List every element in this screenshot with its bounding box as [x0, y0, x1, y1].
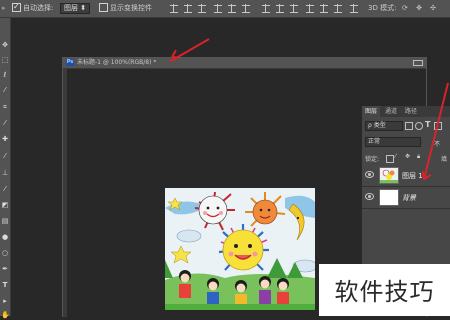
- align-bottom-icon[interactable]: [198, 4, 206, 13]
- layer-thumbnail: [379, 167, 399, 184]
- distribute-vcenter-icon[interactable]: [276, 4, 284, 13]
- document-title: 未标题-1 @ 100%(RGB/8) *: [77, 59, 157, 66]
- fill-label: 填: [441, 156, 448, 163]
- clone-stamp-icon[interactable]: ⊥: [1, 168, 9, 178]
- distribute-bottom-icon[interactable]: [290, 4, 298, 13]
- opacity-label: 不: [434, 141, 441, 148]
- layer-name: 背景: [402, 194, 416, 202]
- transform-controls-label: 显示变换控件: [110, 4, 152, 12]
- lock-position-icon[interactable]: ✥: [405, 153, 410, 160]
- options-bar: ▸ 自动选择: 图层 ⬍ 显示变换控件 3D 模式: ⟳ ✥ ✣: [0, 0, 450, 18]
- lock-transparent-icon[interactable]: [386, 155, 394, 163]
- lock-label: 锁定:: [365, 156, 380, 163]
- layer-thumbnail: [379, 189, 399, 206]
- dodge-icon[interactable]: ○: [1, 248, 9, 258]
- magic-wand-icon[interactable]: ⁄: [1, 85, 9, 95]
- distribute-top-icon[interactable]: [262, 4, 270, 13]
- layer-row-background[interactable]: 背景: [362, 186, 450, 209]
- type-icon[interactable]: T: [1, 280, 9, 290]
- auto-select-label: 自动选择:: [23, 4, 54, 12]
- pen-icon[interactable]: ✒: [1, 264, 9, 274]
- align-vcenter-icon[interactable]: [184, 4, 192, 13]
- eye-icon[interactable]: [365, 171, 374, 178]
- healing-brush-icon[interactable]: ✚: [1, 134, 9, 144]
- auto-select-target-dropdown[interactable]: 图层 ⬍: [60, 3, 91, 14]
- watermark-text: 软件技巧: [334, 278, 435, 306]
- blur-icon[interactable]: ●: [1, 232, 9, 242]
- crop-icon[interactable]: ⌗: [1, 102, 9, 112]
- eyedropper-icon[interactable]: ⁄: [1, 118, 9, 128]
- distribute-left-icon[interactable]: [306, 4, 314, 13]
- distribute-right-icon[interactable]: [334, 4, 342, 13]
- marquee-icon[interactable]: ⬚: [1, 55, 9, 65]
- history-brush-icon[interactable]: ⁄: [1, 184, 9, 194]
- filter-pixel-icon[interactable]: [405, 122, 413, 130]
- path-selection-icon[interactable]: ▸: [1, 296, 9, 306]
- tab-channels[interactable]: 通道: [382, 106, 400, 117]
- eye-icon[interactable]: [365, 193, 374, 200]
- auto-select-checkbox[interactable]: 自动选择:: [12, 1, 54, 14]
- panel-tab-bar: 图层 通道 路径: [362, 106, 450, 117]
- auto-align-icon[interactable]: [350, 4, 358, 13]
- layer-row-layer1[interactable]: 图层 1: [362, 164, 450, 187]
- ps-icon: Ps: [66, 59, 74, 66]
- tool-preset-icon[interactable]: ▸: [2, 3, 6, 14]
- align-hcenter-icon[interactable]: [228, 4, 236, 13]
- mode-3d-label: 3D 模式:: [368, 4, 397, 12]
- eraser-icon[interactable]: ◩: [1, 200, 9, 210]
- restore-icon[interactable]: [413, 60, 423, 66]
- filter-adjustment-icon[interactable]: [415, 122, 423, 130]
- blend-mode-dropdown[interactable]: 正常: [365, 137, 421, 147]
- checkbox-icon: [12, 1, 21, 12]
- document-scrollbar[interactable]: [63, 69, 67, 317]
- align-right-icon[interactable]: [242, 4, 250, 13]
- align-top-icon[interactable]: [170, 4, 178, 13]
- lasso-icon[interactable]: ℓ: [1, 70, 9, 80]
- move-icon[interactable]: ✥: [1, 40, 9, 50]
- document-title-bar[interactable]: Ps 未标题-1 @ 100%(RGB/8) *: [63, 58, 426, 69]
- gradient-icon[interactable]: ▤: [1, 216, 9, 226]
- filter-type-icon[interactable]: T: [425, 120, 430, 129]
- checkbox-icon: [99, 2, 108, 12]
- 3d-tools-icon[interactable]: ⟳ ✥ ✣: [402, 3, 439, 14]
- tab-paths[interactable]: 路径: [402, 106, 420, 117]
- canvas-artwork[interactable]: [165, 188, 315, 310]
- lock-icon[interactable]: 🔒︎: [417, 153, 420, 161]
- dropdown-value: 图层: [64, 4, 78, 12]
- hand-icon[interactable]: ✋: [1, 310, 10, 320]
- children-drawing-image: [165, 188, 315, 310]
- align-left-icon[interactable]: [214, 4, 222, 13]
- layer-filter-dropdown[interactable]: ρ 类型: [365, 121, 403, 131]
- lock-paint-icon[interactable]: ⁄: [395, 153, 396, 160]
- watermark: 软件技巧: [319, 264, 450, 316]
- distribute-hcenter-icon[interactable]: [320, 4, 328, 13]
- layer-name: 图层 1: [402, 172, 423, 180]
- tab-layers[interactable]: 图层: [362, 106, 381, 117]
- tools-panel: ✥ ⬚ ℓ ⁄ ⌗ ⁄ ✚ ⁄ ⊥ ⁄ ◩ ▤ ● ○ ✒ T ▸ ✋: [0, 18, 11, 319]
- transform-controls-checkbox[interactable]: 显示变换控件: [99, 2, 152, 14]
- brush-icon[interactable]: ⁄: [1, 151, 9, 161]
